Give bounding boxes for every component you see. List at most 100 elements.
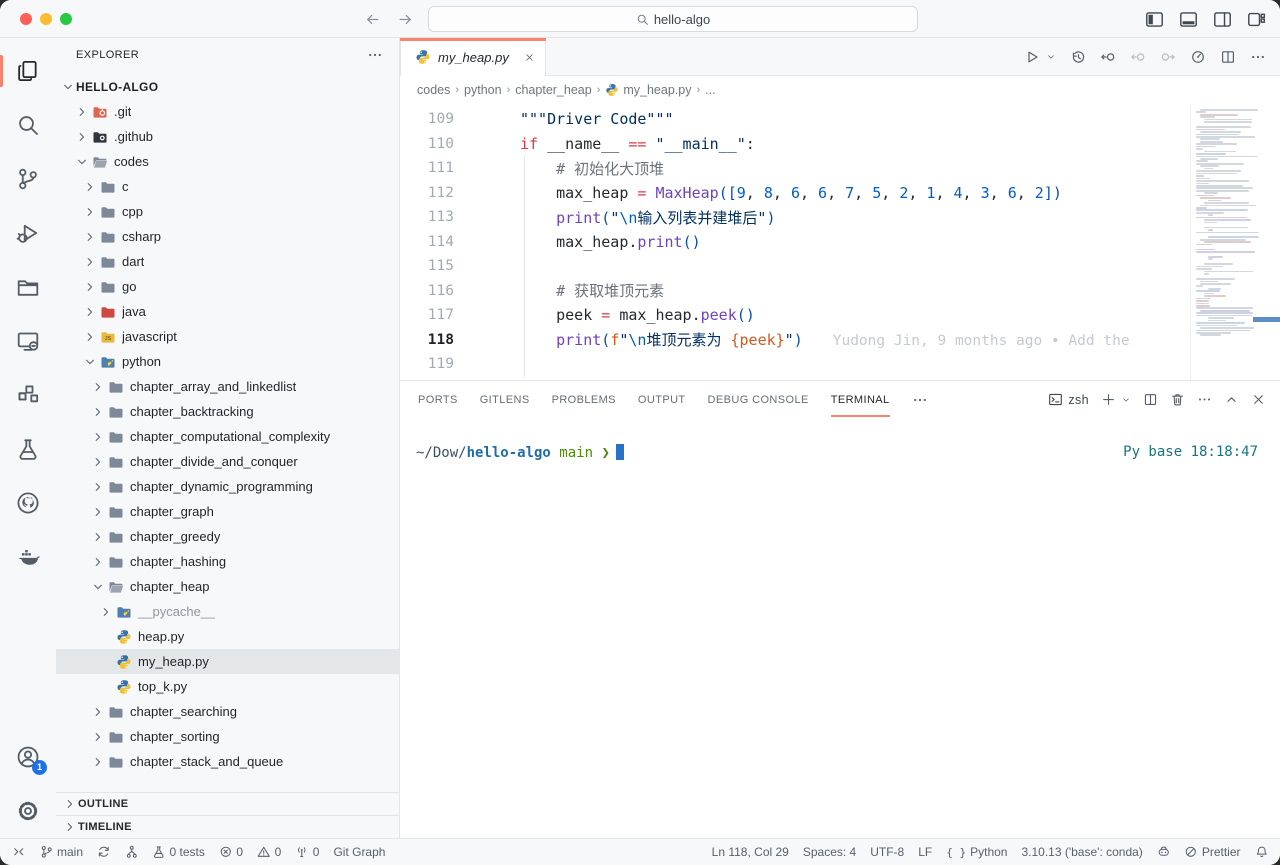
previous-change-button[interactable] — [1130, 49, 1146, 65]
tree-item-my_heap.py[interactable]: my_heap.py — [56, 649, 399, 674]
minimize-window-button[interactable] — [40, 13, 52, 25]
chevron-right-icon[interactable] — [90, 380, 106, 394]
chevron-right-icon[interactable] — [90, 455, 106, 469]
tree-item-chapter_heap[interactable]: chapter_heap — [56, 574, 399, 599]
tree-item-chapter_graph[interactable]: chapter_graph — [56, 499, 399, 524]
chevron-down-icon[interactable] — [60, 80, 76, 94]
status-warnings[interactable]: 0 — [257, 845, 281, 859]
status-errors[interactable]: 0 — [219, 845, 243, 859]
chevron-right-icon[interactable] — [82, 180, 98, 194]
tree-item-.github[interactable]: .github — [56, 124, 399, 149]
activity-item-docker[interactable] — [0, 530, 56, 584]
tree-item-cpp[interactable]: cpp — [56, 199, 399, 224]
tree-item-.git[interactable]: .git — [56, 99, 399, 124]
terminal-profile[interactable]: zsh — [1048, 392, 1089, 407]
tree-item-java[interactable]: java — [56, 299, 399, 324]
chevron-down-icon[interactable] — [90, 580, 106, 594]
chevron-right-icon[interactable] — [90, 530, 106, 544]
status-branch[interactable]: main — [40, 845, 84, 859]
panel-tab-terminal[interactable]: TERMINAL — [831, 383, 890, 417]
launch-profile-button[interactable] — [1101, 392, 1116, 407]
status-git-graph[interactable]: Git Graph — [333, 845, 385, 859]
code-line-118[interactable]: 118 print(f"\n堆顶元素为 {peek}")Yudong Jin, … — [400, 328, 1190, 353]
tree-item-chapter_greedy[interactable]: chapter_greedy — [56, 524, 399, 549]
code-line-116[interactable]: 116 # 获取堆顶元素 — [400, 279, 1190, 304]
tree-item-python[interactable]: python — [56, 349, 399, 374]
chevron-right-icon[interactable] — [82, 330, 98, 344]
code-line-117[interactable]: 117 peek = max_heap.peek() — [400, 303, 1190, 328]
chevron-right-icon[interactable] — [74, 130, 90, 144]
code-line-110[interactable]: 110if __name__ == "__main__": — [400, 132, 1190, 157]
chevron-down-icon[interactable] — [74, 155, 90, 169]
kill-terminal-button[interactable] — [1170, 392, 1185, 407]
status-indentation[interactable]: Spaces: 4 — [803, 845, 856, 859]
breadcrumb-item[interactable]: ... — [705, 83, 715, 97]
chevron-right-icon[interactable] — [90, 480, 106, 494]
chevron-right-icon[interactable] — [82, 305, 98, 319]
status-copilot[interactable] — [1157, 845, 1171, 859]
tree-item-javascript[interactable]: JSjavascript — [56, 324, 399, 349]
tree-item-heap.py[interactable]: heap.py — [56, 624, 399, 649]
tree-item-chapter_dynamic_programming[interactable]: chapter_dynamic_programming — [56, 474, 399, 499]
more-actions-button[interactable] — [1250, 49, 1266, 65]
tree-item-dart[interactable]: dart — [56, 249, 399, 274]
split-editor-button[interactable] — [1220, 49, 1236, 65]
file-history-button[interactable] — [1070, 49, 1086, 65]
code-line-114[interactable]: 114 max_heap.print() — [400, 230, 1190, 255]
tree-item-chapter_divide_and_conquer[interactable]: chapter_divide_and_conquer — [56, 449, 399, 474]
breadcrumb-item[interactable]: python — [464, 83, 502, 97]
activity-item-search[interactable] — [0, 98, 56, 152]
split-terminal-button[interactable] — [1143, 392, 1158, 407]
status-cursor-position[interactable]: Ln 118, Col 29 — [712, 845, 789, 859]
go-forward-button[interactable] — [397, 11, 414, 28]
code-line-111[interactable]: 111 # 初始化大顶堆 — [400, 156, 1190, 181]
gitlens-blame-button[interactable] — [1190, 49, 1206, 65]
chevron-right-icon[interactable] — [90, 505, 106, 519]
outline-section[interactable]: OUTLINE — [56, 792, 399, 815]
activity-item-github[interactable] — [0, 476, 56, 530]
status-remote-indicator[interactable] — [12, 845, 26, 859]
tree-item-hello-algo[interactable]: HELLO-ALGO — [56, 74, 399, 99]
tree-item-chapter_backtracking[interactable]: chapter_backtracking — [56, 399, 399, 424]
panel-tab-debug-console[interactable]: DEBUG CONSOLE — [708, 383, 809, 417]
open-changes-button[interactable] — [1100, 49, 1116, 65]
activity-item-extensions[interactable] — [0, 368, 56, 422]
chevron-right-icon[interactable] — [90, 430, 106, 444]
code-editor[interactable]: 109"""Driver Code"""110if __name__ == "_… — [400, 104, 1280, 380]
breadcrumb-item[interactable]: chapter_heap — [515, 83, 591, 97]
layout-bottom-icon[interactable] — [1179, 10, 1198, 29]
status-eol[interactable]: LF — [918, 845, 932, 859]
launch-profile-dropdown-button[interactable] — [1128, 395, 1131, 405]
minimap[interactable] — [1190, 104, 1280, 380]
status-sync[interactable] — [97, 845, 111, 859]
tree-item-csharp[interactable]: csharp — [56, 224, 399, 249]
close-tab-icon[interactable] — [524, 52, 535, 63]
tree-item-top_k.py[interactable]: top_k.py — [56, 674, 399, 699]
panel-tab-ports[interactable]: PORTS — [418, 383, 458, 417]
code-line-115[interactable]: 115 — [400, 254, 1190, 279]
more-button[interactable] — [1197, 392, 1212, 407]
tree-item-go[interactable]: go — [56, 274, 399, 299]
layout-custom-icon[interactable] — [1247, 10, 1266, 29]
tree-item-chapter_searching[interactable]: chapter_searching — [56, 699, 399, 724]
tree-item-chapter_computational_complexity[interactable]: chapter_computational_complexity — [56, 424, 399, 449]
timeline-section[interactable]: TIMELINE — [56, 815, 399, 838]
sidebar-more-actions[interactable] — [367, 47, 383, 63]
status-python-interpreter[interactable]: 3.10.13 ('base': conda) — [1021, 845, 1142, 859]
tree-item-chapter_sorting[interactable]: chapter_sorting — [56, 724, 399, 749]
close-panel-button[interactable] — [1251, 392, 1266, 407]
panel-tab-gitlens[interactable]: GITLENS — [480, 383, 530, 417]
close-window-button[interactable] — [20, 13, 32, 25]
next-change-button[interactable] — [1160, 49, 1176, 65]
activity-item-accounts[interactable]: 1 — [0, 730, 56, 784]
run-dropdown-button[interactable] — [1054, 52, 1056, 62]
status-tests[interactable]: 0 tests — [152, 845, 205, 859]
status-git-fork[interactable] — [125, 845, 139, 859]
activity-item-run-and-debug[interactable] — [0, 206, 56, 260]
go-back-button[interactable] — [364, 11, 381, 28]
tree-item-__pycache__[interactable]: __pycache__ — [56, 599, 399, 624]
tree-item-codes[interactable]: codes — [56, 149, 399, 174]
command-center-search[interactable]: hello-algo — [428, 6, 918, 32]
code-line-113[interactable]: 113 print("\n输入列表并建堆后") — [400, 205, 1190, 230]
chevron-right-icon[interactable] — [90, 705, 106, 719]
